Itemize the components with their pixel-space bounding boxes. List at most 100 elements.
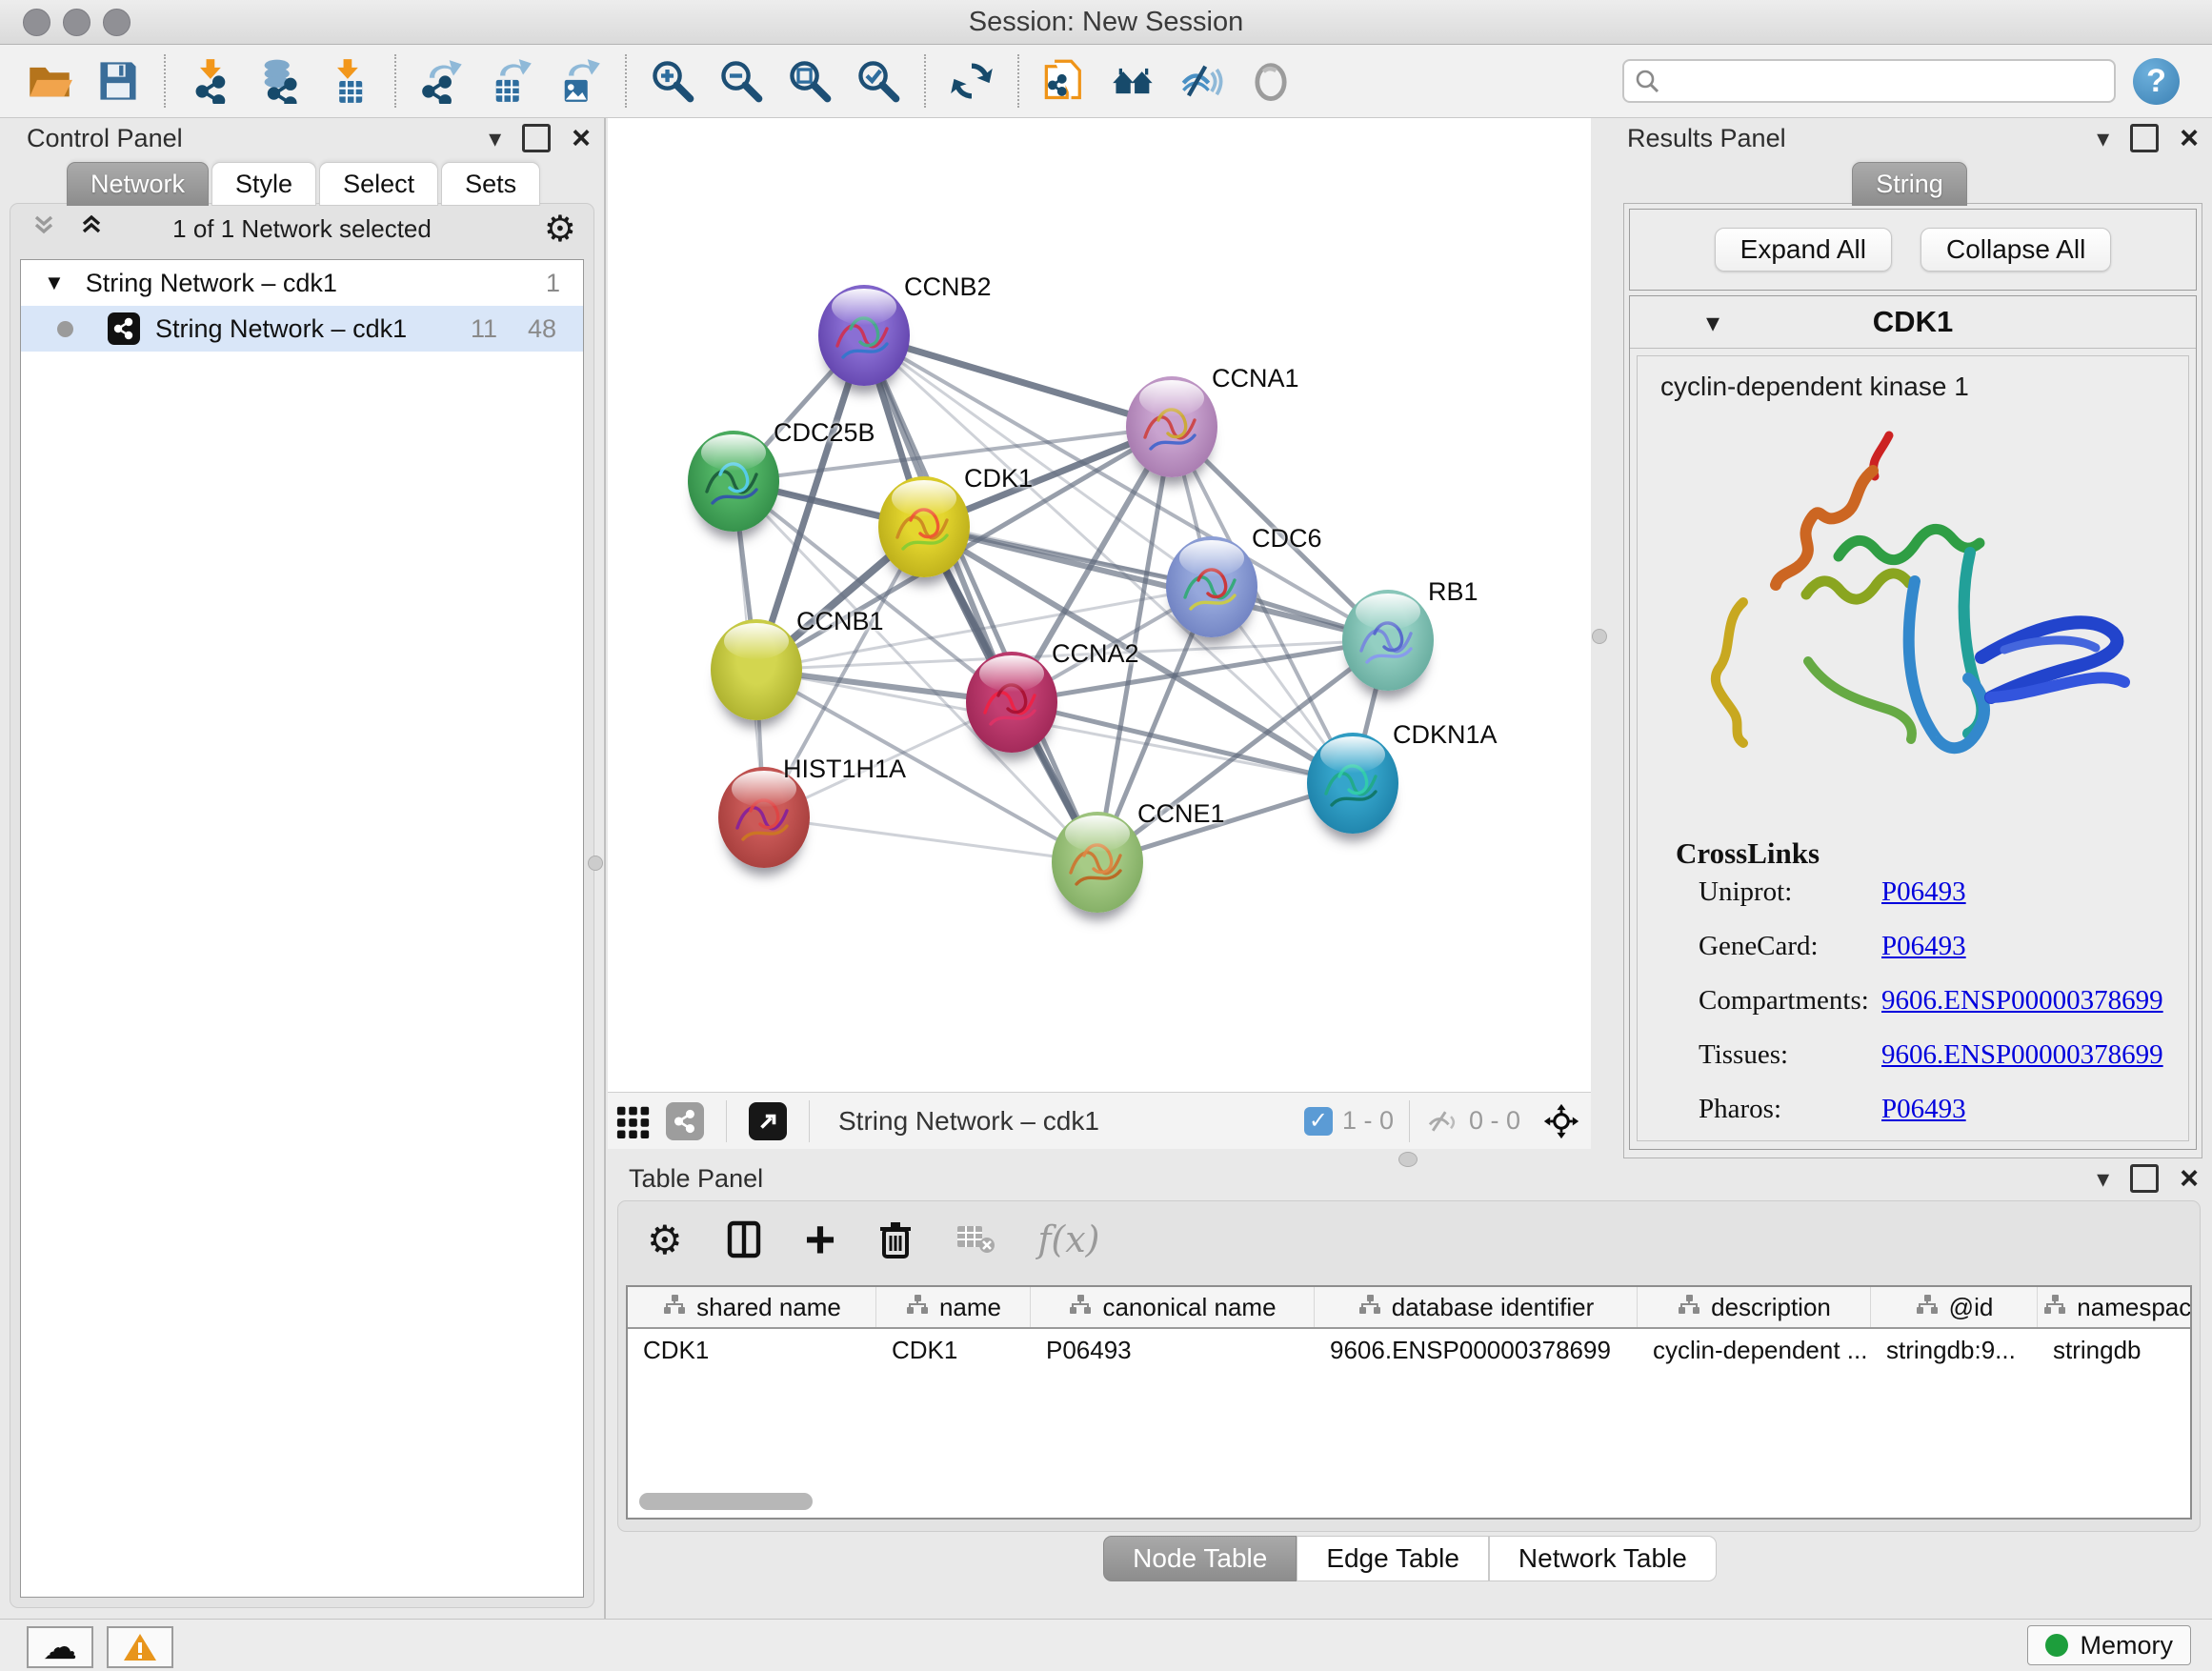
table-row[interactable]: CDK1CDK1P064939606.ENSP00000378699cyclin…: [628, 1329, 2190, 1371]
panel-float-icon[interactable]: ▾: [489, 124, 501, 153]
tab-edge-table[interactable]: Edge Table: [1297, 1536, 1489, 1581]
zoom-fit-icon[interactable]: [782, 53, 837, 109]
network-node-CCNA1[interactable]: [1126, 376, 1217, 477]
export-table-icon[interactable]: [483, 53, 538, 109]
network-node-CCNB2[interactable]: [818, 285, 910, 386]
crosslink-link[interactable]: P06493: [1881, 876, 1966, 908]
column-header-description[interactable]: description: [1638, 1287, 1871, 1327]
warning-status-button[interactable]: [107, 1626, 173, 1668]
panel-float-icon[interactable]: ▾: [2097, 1164, 2109, 1194]
panel-maximize-icon[interactable]: [522, 124, 551, 152]
show-graphics-icon[interactable]: [1243, 53, 1298, 109]
import-network-icon[interactable]: [184, 53, 239, 109]
network-node-RB1[interactable]: [1342, 590, 1434, 691]
column-header-sharedname[interactable]: shared name: [628, 1287, 876, 1327]
zoom-in-icon[interactable]: [645, 53, 700, 109]
column-header-name[interactable]: name: [876, 1287, 1031, 1327]
bottom-splitter-handle[interactable]: [1398, 1152, 1418, 1167]
horizontal-scrollbar[interactable]: [639, 1493, 813, 1510]
panel-close-icon[interactable]: ×: [2180, 1162, 2199, 1195]
tab-network[interactable]: Network: [67, 162, 209, 206]
protein-ribbon-icon: [1166, 536, 1257, 637]
column-header-namespace[interactable]: namespace: [2038, 1287, 2192, 1327]
search-input[interactable]: [1660, 66, 2074, 97]
panel-maximize-icon[interactable]: [2130, 1164, 2159, 1193]
annotation-share-icon[interactable]: [1037, 53, 1093, 109]
cytoscape-window: Session: New Session ? Control: [0, 0, 2212, 1671]
results-panel-title: Results Panel: [1627, 124, 1786, 153]
detach-view-icon[interactable]: [748, 1101, 788, 1141]
export-image-icon[interactable]: [552, 53, 607, 109]
panel-close-icon[interactable]: ×: [572, 122, 591, 154]
column-type-icon: [905, 1293, 930, 1322]
network-node-CCNB1[interactable]: [711, 619, 802, 720]
import-network-from-database-icon[interactable]: [252, 53, 308, 109]
network-node-CCNA2[interactable]: [966, 652, 1057, 753]
memory-label: Memory: [2080, 1631, 2173, 1661]
collapse-all-button[interactable]: Collapse All: [1920, 228, 2111, 272]
panel-float-icon[interactable]: ▾: [2097, 124, 2109, 153]
crosslink-link[interactable]: 9606.ENSP00000378699: [1881, 985, 2163, 1017]
show-columns-icon[interactable]: [725, 1220, 763, 1258]
column-header-canonicalname[interactable]: canonical name: [1031, 1287, 1315, 1327]
protein-ribbon-icon: [1307, 733, 1398, 834]
network-node-CCNE1[interactable]: [1052, 812, 1143, 913]
zoom-out-icon[interactable]: [714, 53, 769, 109]
netbar-separator: [726, 1100, 727, 1142]
search-icon: [1634, 68, 1660, 94]
delete-column-icon[interactable]: [877, 1220, 914, 1258]
birds-eye-view-icon[interactable]: [1541, 1101, 1581, 1141]
network-view-title: String Network – cdk1: [838, 1106, 1099, 1137]
table-cell: 9606.ENSP00000378699: [1315, 1329, 1638, 1371]
memory-button[interactable]: Memory: [2027, 1625, 2191, 1665]
panel-maximize-icon[interactable]: [2130, 124, 2159, 152]
expand-all-button[interactable]: Expand All: [1715, 228, 1892, 272]
table-settings-gear-icon[interactable]: ⚙: [647, 1217, 683, 1263]
column-header-id[interactable]: @id: [1871, 1287, 2038, 1327]
tab-sets[interactable]: Sets: [441, 162, 540, 206]
hide-unhide-icon[interactable]: [1175, 53, 1230, 109]
delete-table-icon[interactable]: [955, 1222, 995, 1257]
network-node-CDK1[interactable]: [878, 476, 970, 577]
selected-nodes-checkbox[interactable]: ✓: [1304, 1107, 1333, 1136]
crosslink-link[interactable]: 9606.ENSP00000378699: [1881, 1039, 2163, 1071]
help-icon[interactable]: ?: [2133, 58, 2180, 105]
network-canvas[interactable]: CCNB2CCNA1CDC25BCDK1CDC6RB1CCNB1CCNA2CDK…: [608, 118, 1591, 1092]
network-node-CDC25B[interactable]: [688, 431, 779, 532]
netbar-separator: [809, 1100, 810, 1142]
tab-style[interactable]: Style: [211, 162, 316, 206]
crosslink-link[interactable]: P06493: [1881, 1094, 1966, 1125]
share-view-icon[interactable]: [665, 1101, 705, 1141]
save-session-icon[interactable]: [90, 53, 146, 109]
crosslink-link[interactable]: P06493: [1881, 931, 1966, 962]
open-session-icon[interactable]: [22, 53, 77, 109]
refresh-layout-icon[interactable]: [944, 53, 999, 109]
tab-string[interactable]: String: [1852, 162, 1967, 206]
protein-ribbon-icon: [966, 652, 1057, 753]
cloud-status-button[interactable]: ☁: [27, 1626, 93, 1668]
control-panel-tabs: NetworkStyleSelectSets: [67, 162, 543, 206]
network-options-gear-icon[interactable]: ⚙: [544, 208, 576, 251]
export-network-icon[interactable]: [414, 53, 470, 109]
tab-select[interactable]: Select: [319, 162, 438, 206]
tab-node-table[interactable]: Node Table: [1103, 1536, 1297, 1581]
network-node-CDC6[interactable]: [1166, 536, 1257, 637]
node-count: 11: [471, 314, 497, 344]
right-splitter-handle[interactable]: [1592, 629, 1607, 644]
entry-header[interactable]: ▾ CDK1: [1630, 296, 2196, 349]
collection-expand-icon[interactable]: ▼: [44, 271, 65, 295]
column-header-databaseidentifier[interactable]: database identifier: [1315, 1287, 1638, 1327]
import-table-icon[interactable]: [321, 53, 376, 109]
function-builder-icon[interactable]: f(x): [1037, 1218, 1099, 1260]
network-collection-row[interactable]: ▼ String Network – cdk1 1: [21, 260, 583, 306]
network-row-selected[interactable]: String Network – cdk1 11 48: [21, 306, 583, 352]
zoom-selected-icon[interactable]: [851, 53, 906, 109]
tab-network-table[interactable]: Network Table: [1489, 1536, 1717, 1581]
home-network-icon[interactable]: [1106, 53, 1161, 109]
panel-close-icon[interactable]: ×: [2180, 122, 2199, 154]
grid-view-icon[interactable]: [613, 1101, 654, 1141]
left-splitter-handle[interactable]: [588, 856, 603, 871]
search-field[interactable]: [1622, 59, 2116, 103]
protein-ribbon-icon: [688, 431, 779, 532]
network-node-CDKN1A[interactable]: [1307, 733, 1398, 834]
